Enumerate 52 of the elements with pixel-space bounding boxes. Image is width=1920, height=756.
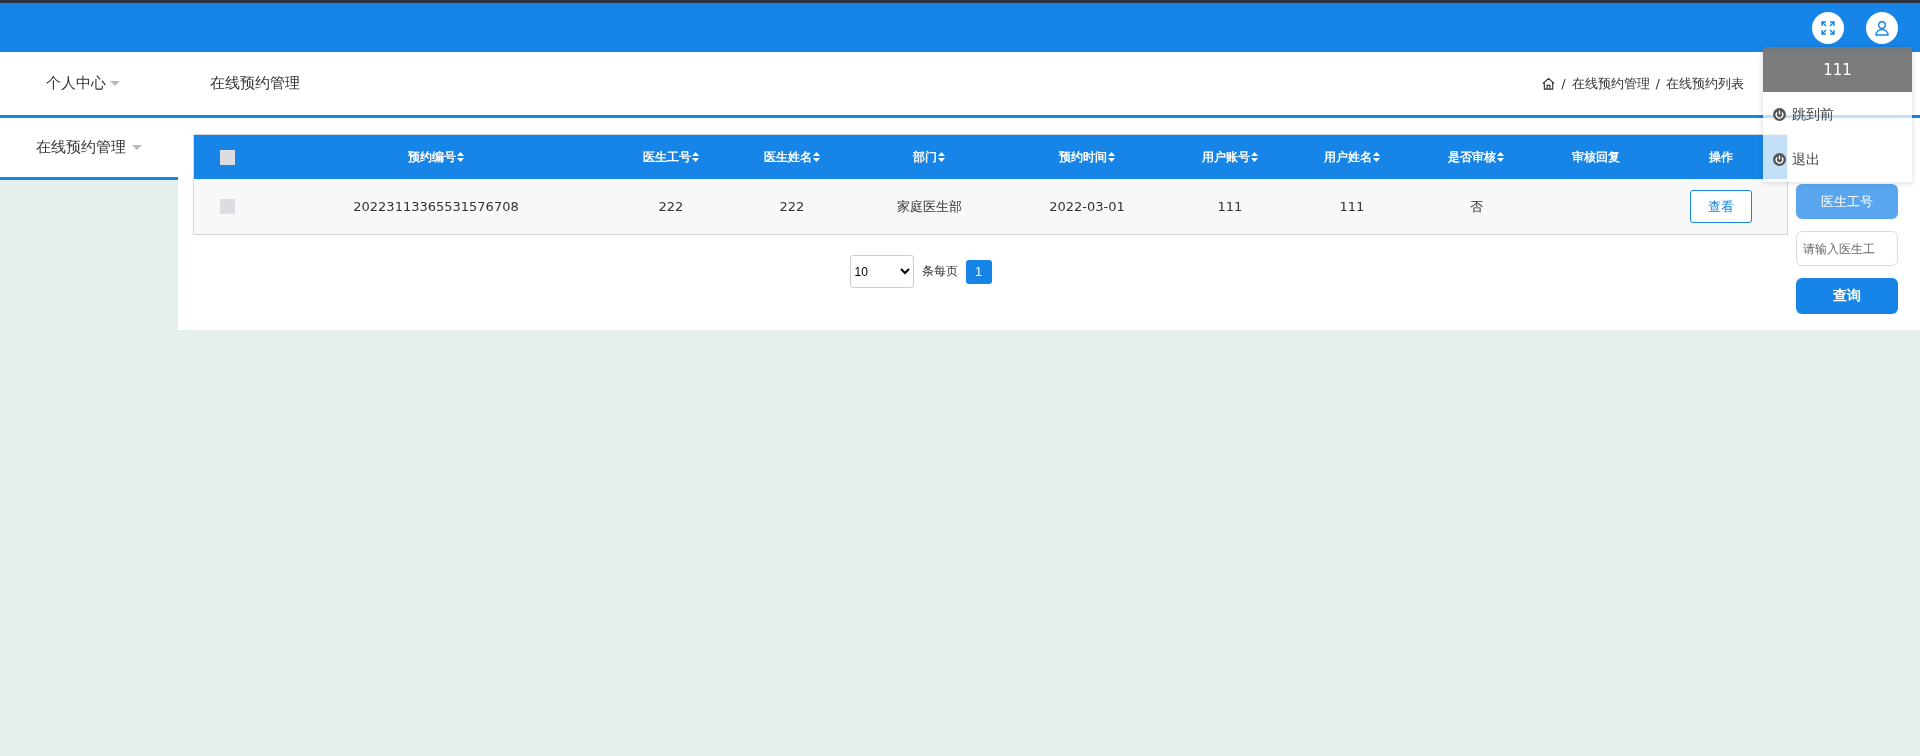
per-page-label: 条每页 — [921, 263, 958, 280]
breadcrumb-separator: / — [1561, 76, 1566, 91]
breadcrumb-separator: / — [1655, 76, 1660, 91]
expand-icon[interactable] — [1820, 19, 1836, 36]
menu-item[interactable]: 退出 — [1792, 150, 1820, 169]
search-label: 医生工号 — [1796, 184, 1898, 219]
table-cell: 111 — [1339, 199, 1365, 214]
breadcrumb-item[interactable]: 在线预约管理 — [1571, 74, 1650, 93]
menu-item[interactable]: 跳到前 — [1792, 105, 1834, 124]
column-header[interactable]: 用户姓名 — [1324, 148, 1372, 166]
page-size-select[interactable]: 10 — [849, 255, 914, 288]
table-cell: 家庭医生部 — [896, 198, 962, 214]
table-cell: 222 — [779, 199, 805, 214]
nav-menu-item[interactable]: 个人中心 — [46, 74, 106, 93]
sort-icon[interactable] — [1373, 152, 1380, 162]
view-button[interactable]: 查看 — [1689, 190, 1752, 223]
page-button[interactable]: 1 — [965, 259, 992, 284]
column-header[interactable]: 医生工号 — [643, 148, 691, 166]
breadcrumb-item[interactable]: 在线预约列表 — [1666, 74, 1744, 93]
fullscreen-button[interactable] — [1812, 11, 1844, 44]
column-header[interactable]: 用户账号 — [1202, 148, 1250, 166]
sort-icon[interactable] — [1251, 152, 1258, 162]
page-title: 在线预约管理 — [210, 74, 300, 93]
column-header[interactable]: 审核回复 — [1572, 148, 1620, 166]
column-header[interactable]: 部门 — [913, 148, 937, 166]
user-icon[interactable] — [1874, 19, 1890, 36]
user-button[interactable] — [1866, 11, 1898, 44]
search-field[interactable]: 请输入医生工 — [1796, 231, 1898, 266]
table-cell: 否 — [1469, 198, 1483, 214]
table-cell: 20223113365531576708 — [353, 199, 519, 214]
column-header[interactable]: 预约时间 — [1059, 148, 1107, 166]
power-icon — [1773, 108, 1786, 121]
sort-icon[interactable] — [938, 152, 945, 162]
search-button[interactable]: 查询 — [1796, 278, 1898, 314]
table-cell: 111 — [1217, 199, 1243, 214]
sort-icon[interactable] — [1497, 152, 1504, 162]
sort-icon[interactable] — [457, 152, 464, 162]
column-header[interactable]: 医生姓名 — [764, 148, 812, 166]
column-header[interactable]: 预约编号 — [408, 148, 456, 166]
sidebar-item[interactable]: 在线预约管理 — [0, 118, 178, 180]
sort-icon[interactable] — [1108, 152, 1115, 162]
table-cell: 2022-03-01 — [1049, 199, 1125, 214]
column-header[interactable]: 是否审核 — [1448, 148, 1496, 166]
table-cell: 222 — [658, 199, 684, 214]
select-all-checkbox[interactable] — [219, 149, 235, 165]
sort-icon[interactable] — [692, 152, 699, 162]
column-header[interactable]: 操作 — [1708, 148, 1733, 166]
home-icon[interactable] — [1542, 77, 1556, 90]
power-icon — [1773, 153, 1786, 166]
username: 111 — [1823, 60, 1852, 79]
row-checkbox[interactable] — [219, 199, 235, 214]
sort-icon[interactable] — [813, 152, 820, 162]
